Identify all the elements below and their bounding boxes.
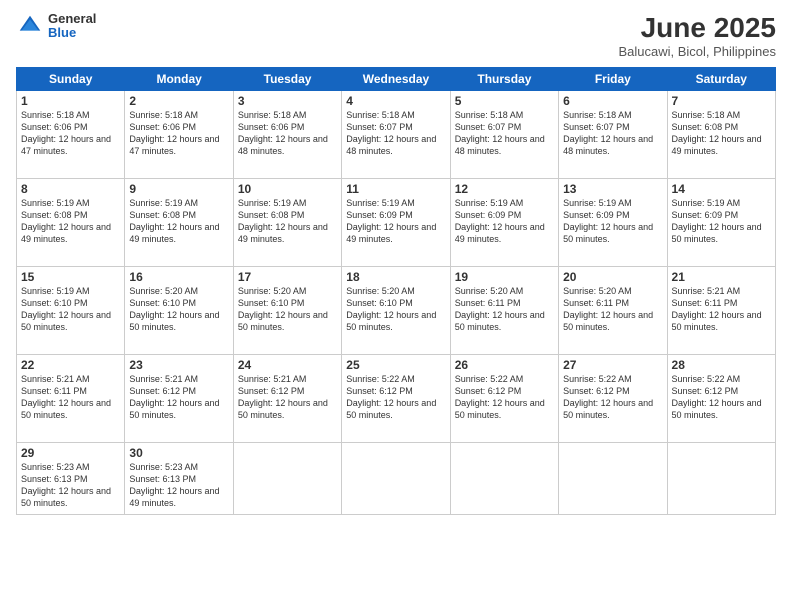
logo-blue: Blue [48,26,96,40]
header-tuesday: Tuesday [233,68,341,91]
empty-3 [450,443,558,515]
calendar-subtitle: Balucawi, Bicol, Philippines [618,44,776,59]
header-monday: Monday [125,68,233,91]
day-11: 11 Sunrise: 5:19 AMSunset: 6:09 PMDaylig… [342,179,450,267]
header-sunday: Sunday [17,68,125,91]
empty-5 [667,443,775,515]
day-21: 21 Sunrise: 5:21 AMSunset: 6:11 PMDaylig… [667,267,775,355]
day-9: 9 Sunrise: 5:19 AMSunset: 6:08 PMDayligh… [125,179,233,267]
logo: General Blue [16,12,96,41]
day-12: 12 Sunrise: 5:19 AMSunset: 6:09 PMDaylig… [450,179,558,267]
day-19: 19 Sunrise: 5:20 AMSunset: 6:11 PMDaylig… [450,267,558,355]
day-20: 20 Sunrise: 5:20 AMSunset: 6:11 PMDaylig… [559,267,667,355]
day-28: 28 Sunrise: 5:22 AMSunset: 6:12 PMDaylig… [667,355,775,443]
calendar-title: June 2025 [618,12,776,44]
header-friday: Friday [559,68,667,91]
empty-4 [559,443,667,515]
day-1: 1 Sunrise: 5:18 AMSunset: 6:06 PMDayligh… [17,91,125,179]
week-3: 15 Sunrise: 5:19 AMSunset: 6:10 PMDaylig… [17,267,776,355]
day-27: 27 Sunrise: 5:22 AMSunset: 6:12 PMDaylig… [559,355,667,443]
day-25: 25 Sunrise: 5:22 AMSunset: 6:12 PMDaylig… [342,355,450,443]
day-16: 16 Sunrise: 5:20 AMSunset: 6:10 PMDaylig… [125,267,233,355]
day-29: 29 Sunrise: 5:23 AMSunset: 6:13 PMDaylig… [17,443,125,515]
day-4: 4 Sunrise: 5:18 AMSunset: 6:07 PMDayligh… [342,91,450,179]
header-wednesday: Wednesday [342,68,450,91]
day-7: 7 Sunrise: 5:18 AMSunset: 6:08 PMDayligh… [667,91,775,179]
week-1: 1 Sunrise: 5:18 AMSunset: 6:06 PMDayligh… [17,91,776,179]
week-4: 22 Sunrise: 5:21 AMSunset: 6:11 PMDaylig… [17,355,776,443]
logo-icon [16,12,44,40]
day-10: 10 Sunrise: 5:19 AMSunset: 6:08 PMDaylig… [233,179,341,267]
day-6: 6 Sunrise: 5:18 AMSunset: 6:07 PMDayligh… [559,91,667,179]
page: General Blue June 2025 Balucawi, Bicol, … [0,0,792,612]
day-22: 22 Sunrise: 5:21 AMSunset: 6:11 PMDaylig… [17,355,125,443]
day-23: 23 Sunrise: 5:21 AMSunset: 6:12 PMDaylig… [125,355,233,443]
day-3: 3 Sunrise: 5:18 AMSunset: 6:06 PMDayligh… [233,91,341,179]
header: General Blue June 2025 Balucawi, Bicol, … [16,12,776,59]
day-17: 17 Sunrise: 5:20 AMSunset: 6:10 PMDaylig… [233,267,341,355]
day-30: 30 Sunrise: 5:23 AMSunset: 6:13 PMDaylig… [125,443,233,515]
week-2: 8 Sunrise: 5:19 AMSunset: 6:08 PMDayligh… [17,179,776,267]
week-5: 29 Sunrise: 5:23 AMSunset: 6:13 PMDaylig… [17,443,776,515]
day-13: 13 Sunrise: 5:19 AMSunset: 6:09 PMDaylig… [559,179,667,267]
header-thursday: Thursday [450,68,558,91]
day-8: 8 Sunrise: 5:19 AMSunset: 6:08 PMDayligh… [17,179,125,267]
day-15: 15 Sunrise: 5:19 AMSunset: 6:10 PMDaylig… [17,267,125,355]
day-24: 24 Sunrise: 5:21 AMSunset: 6:12 PMDaylig… [233,355,341,443]
day-2: 2 Sunrise: 5:18 AMSunset: 6:06 PMDayligh… [125,91,233,179]
day-18: 18 Sunrise: 5:20 AMSunset: 6:10 PMDaylig… [342,267,450,355]
day-14: 14 Sunrise: 5:19 AMSunset: 6:09 PMDaylig… [667,179,775,267]
empty-2 [342,443,450,515]
title-section: June 2025 Balucawi, Bicol, Philippines [618,12,776,59]
logo-text: General Blue [48,12,96,41]
weekday-header-row: Sunday Monday Tuesday Wednesday Thursday… [17,68,776,91]
day-26: 26 Sunrise: 5:22 AMSunset: 6:12 PMDaylig… [450,355,558,443]
header-saturday: Saturday [667,68,775,91]
empty-1 [233,443,341,515]
day-5: 5 Sunrise: 5:18 AMSunset: 6:07 PMDayligh… [450,91,558,179]
logo-general: General [48,12,96,26]
calendar-table: Sunday Monday Tuesday Wednesday Thursday… [16,67,776,515]
